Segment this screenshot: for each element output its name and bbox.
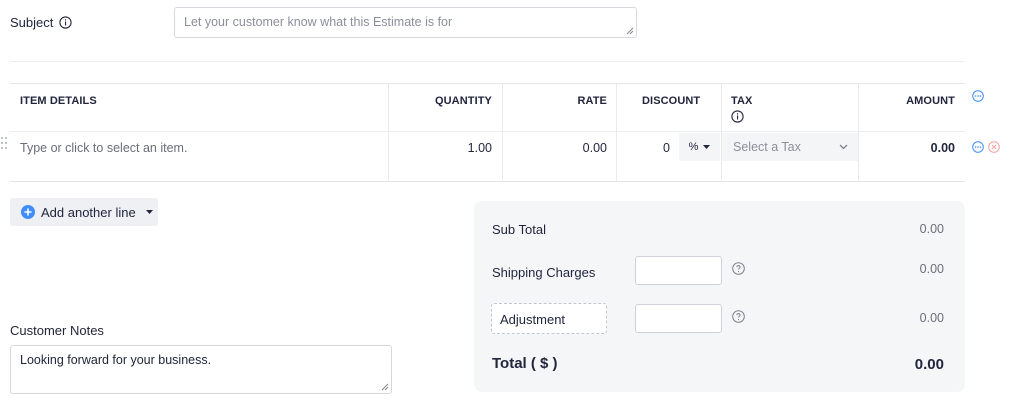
shipping-charges-label: Shipping Charges — [492, 265, 596, 280]
tax-info-icon[interactable] — [731, 110, 744, 126]
total-label: Total ( $ ) — [492, 355, 558, 372]
item-input[interactable]: Type or click to select an item. — [20, 141, 187, 155]
header-quantity: QUANTITY — [434, 95, 492, 107]
resize-handle-icon[interactable] — [626, 27, 634, 35]
sub-total-label: Sub Total — [492, 222, 546, 237]
column-divider — [502, 84, 503, 182]
row-divider — [10, 131, 965, 132]
remove-icon[interactable] — [988, 141, 1000, 153]
quantity-input[interactable]: 1.00 — [468, 141, 492, 155]
adjustment-value: 0.00 — [919, 311, 944, 325]
info-icon[interactable] — [59, 16, 73, 29]
caret-down-icon — [145, 210, 153, 214]
plus-circle-icon — [21, 205, 35, 219]
more-options-icon[interactable] — [972, 90, 984, 102]
discount-unit-label: % — [688, 141, 699, 153]
more-options-icon[interactable] — [972, 141, 984, 153]
sub-total-value: 0.00 — [919, 222, 944, 236]
add-another-line-group: Add another line — [10, 198, 158, 226]
total-value: 0.00 — [914, 356, 944, 373]
rate-input[interactable]: 0.00 — [583, 141, 607, 155]
shipping-charges-value: 0.00 — [919, 262, 944, 276]
discount-unit-select[interactable]: % — [679, 133, 720, 161]
customer-notes-label: Customer Notes — [10, 323, 104, 338]
tax-select-placeholder: Select a Tax — [733, 140, 801, 154]
customer-notes-input[interactable]: Looking forward for your business. — [10, 345, 392, 394]
subject-field-label: Subject — [10, 15, 73, 30]
header-tax: TAX — [731, 95, 753, 107]
adjustment-label-input[interactable]: Adjustment — [491, 303, 607, 334]
shipping-charges-input[interactable] — [635, 256, 722, 285]
add-another-line-button[interactable]: Add another line — [10, 198, 140, 226]
subject-input[interactable]: Let your customer know what this Estimat… — [174, 7, 637, 38]
help-icon[interactable] — [732, 310, 745, 323]
chevron-down-icon — [839, 144, 848, 150]
adjustment-input[interactable] — [635, 304, 722, 333]
add-another-line-label: Add another line — [41, 204, 136, 220]
totals-panel: Sub Total 0.00 Shipping Charges 0.00 Adj… — [474, 201, 965, 392]
drag-handle-icon[interactable] — [0, 136, 8, 150]
amount-value: 0.00 — [930, 141, 955, 155]
subject-placeholder: Let your customer know what this Estimat… — [184, 15, 453, 29]
adjustment-label: Adjustment — [500, 312, 566, 327]
column-divider — [388, 84, 389, 182]
column-divider — [858, 84, 859, 182]
help-icon[interactable] — [732, 262, 745, 275]
customer-notes-value: Looking forward for your business. — [20, 353, 212, 367]
column-divider — [616, 84, 617, 182]
divider — [10, 61, 965, 62]
header-rate: RATE — [577, 95, 607, 107]
subject-label: Subject — [10, 15, 54, 30]
caret-down-icon — [703, 145, 711, 149]
header-amount: AMOUNT — [906, 95, 955, 107]
header-discount: DISCOUNT — [642, 95, 701, 107]
tax-select[interactable]: Select a Tax — [722, 133, 858, 161]
discount-input[interactable]: 0 — [663, 141, 670, 155]
header-item-details: ITEM DETAILS — [20, 95, 97, 107]
resize-handle-icon[interactable] — [381, 383, 389, 391]
add-line-dropdown-button[interactable] — [140, 198, 158, 226]
